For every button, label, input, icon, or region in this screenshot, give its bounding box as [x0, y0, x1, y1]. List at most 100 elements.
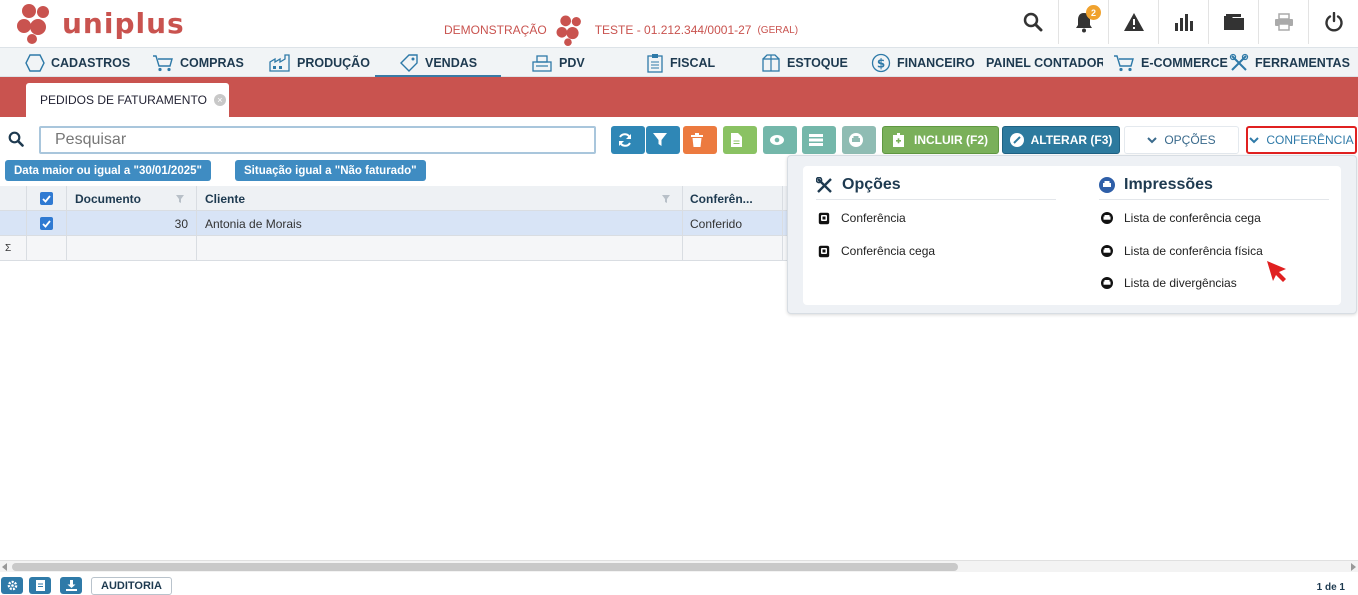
notifications-button[interactable]: 2 [1058, 0, 1108, 44]
options-section-title: Opções [816, 176, 901, 194]
printer-icon [848, 133, 863, 147]
printer-icon [1101, 212, 1113, 224]
refresh-button[interactable] [611, 126, 645, 154]
menu-vendas[interactable]: VENDAS [374, 48, 502, 78]
download-button[interactable] [60, 577, 82, 594]
tools-icon [1229, 53, 1249, 71]
printer-icon [1274, 13, 1293, 31]
document-button[interactable] [723, 126, 757, 154]
column-filter-icon[interactable] [662, 195, 670, 203]
menu-producao[interactable]: PRODUÇÃO [269, 48, 370, 77]
option-conferencia[interactable]: Conferência [818, 211, 906, 225]
logo-text: uniplus [62, 6, 185, 40]
sum-cell [27, 236, 67, 261]
dropdown-content: Opções Conferência Conferência cega Impr… [803, 166, 1341, 305]
header-spacer [0, 186, 27, 211]
scrollbar-thumb[interactable] [12, 563, 958, 571]
menu-financeiro[interactable]: $ FINANCEIRO [871, 48, 975, 77]
list-button[interactable] [802, 126, 836, 154]
conference-label: CONFERÊNCIA [1266, 133, 1354, 147]
page-indicator: 1 de 1 [1316, 582, 1345, 593]
power-icon [1324, 12, 1343, 32]
menu-estoque[interactable]: ESTOQUE [761, 48, 848, 77]
menu-painel-contador[interactable]: PAINEL CONTADOR [980, 48, 1103, 77]
menu-cadastros[interactable]: CADASTROS [25, 48, 130, 77]
tools-icon [816, 176, 832, 193]
print-lista-conferencia-fisica[interactable]: Lista de conferência física [1101, 244, 1263, 258]
logo[interactable]: uniplus [16, 2, 185, 44]
cell-cliente: Antonia de Morais [197, 211, 683, 236]
reports-button[interactable] [1158, 0, 1208, 44]
demo-label: DEMONSTRAÇÃO [444, 23, 547, 37]
refresh-icon [618, 133, 631, 147]
search-label-icon-wrap [8, 131, 24, 150]
document-icon [818, 212, 830, 224]
menu-ecommerce[interactable]: E-COMMERCE [1113, 48, 1228, 77]
horizontal-scrollbar[interactable] [0, 560, 1358, 572]
logout-button[interactable] [1308, 0, 1358, 44]
conference-button[interactable]: CONFERÊNCIA [1246, 126, 1357, 154]
column-conferencia[interactable]: Conferên... [683, 186, 783, 211]
tab-pedidos-de-faturamento[interactable]: PEDIDOS DE FATURAMENTO × [26, 83, 229, 117]
register-icon [532, 54, 552, 72]
print-toolbar-button[interactable] [842, 126, 876, 154]
close-icon[interactable]: × [213, 94, 226, 106]
column-label: Conferên... [690, 191, 753, 206]
sum-symbol: Σ [0, 236, 27, 261]
divider [1099, 199, 1329, 200]
app-header: uniplus DEMONSTRAÇÃO TESTE - 01.212.344/… [0, 0, 1358, 47]
box-icon [762, 53, 780, 72]
company-selector[interactable]: DEMONSTRAÇÃO TESTE - 01.212.344/0001-27 … [444, 14, 798, 46]
menu-ferramentas[interactable]: FERRAMENTAS [1229, 48, 1350, 77]
alter-button[interactable]: ALTERAR (F3) [1002, 126, 1120, 154]
option-conferencia-cega[interactable]: Conferência cega [818, 244, 935, 258]
option-label: Conferência [841, 211, 906, 225]
print-lista-conferencia-cega[interactable]: Lista de conferência cega [1101, 211, 1261, 225]
search-input[interactable] [39, 126, 596, 154]
sum-cell [67, 236, 197, 261]
print-lista-divergencias[interactable]: Lista de divergências [1101, 276, 1237, 290]
column-label: Documento [75, 191, 141, 206]
document-icon [35, 580, 45, 591]
trash-icon [690, 133, 703, 147]
document-icon [818, 245, 830, 257]
filter-chip-date[interactable]: Data maior ou igual a "30/01/2025" [5, 160, 211, 181]
filter-chip-status[interactable]: Situação igual a "Não faturado" [235, 160, 426, 181]
list-icon [808, 134, 823, 146]
check-icon [40, 192, 53, 205]
folder-icon [1223, 14, 1244, 30]
settings-button[interactable] [1, 577, 23, 594]
table-row[interactable]: 30 Antonia de Morais Conferido [0, 211, 790, 236]
alerts-button[interactable] [1108, 0, 1158, 44]
column-filter-icon[interactable] [176, 195, 184, 203]
select-all-checkbox[interactable] [27, 186, 67, 211]
files-button[interactable] [1208, 0, 1258, 44]
filter-button[interactable] [646, 126, 680, 154]
main-menu: CADASTROS COMPRAS PRODUÇÃO VENDAS PDV FI… [0, 47, 1358, 78]
alter-label: ALTERAR (F3) [1030, 133, 1113, 147]
column-cliente[interactable]: Cliente [197, 186, 683, 211]
header-search-button[interactable] [1008, 0, 1058, 44]
row-checkbox[interactable] [27, 211, 67, 236]
column-documento[interactable]: Documento [67, 186, 197, 211]
view-button[interactable] [763, 126, 797, 154]
search-icon [1023, 12, 1043, 32]
scroll-right-icon[interactable] [1351, 563, 1356, 571]
menu-compras[interactable]: COMPRAS [152, 48, 244, 77]
menu-pdv[interactable]: PDV [531, 48, 585, 77]
chevron-down-icon [1147, 136, 1158, 143]
menu-label: CADASTROS [51, 55, 131, 70]
scroll-left-icon[interactable] [2, 563, 7, 571]
delete-button[interactable] [683, 126, 717, 154]
options-button[interactable]: OPÇÕES [1124, 126, 1239, 154]
divider [816, 199, 1056, 200]
menu-label: PDV [559, 55, 585, 70]
menu-fiscal[interactable]: FISCAL [646, 48, 715, 77]
audit-button[interactable]: AUDITORIA [91, 577, 172, 595]
export-document-button[interactable] [29, 577, 51, 594]
options-label: OPÇÕES [1164, 133, 1216, 147]
include-button[interactable]: INCLUIR (F2) [882, 126, 999, 154]
chevron-down-icon [1249, 136, 1260, 143]
row-spacer [0, 211, 27, 236]
print-button[interactable] [1258, 0, 1308, 44]
